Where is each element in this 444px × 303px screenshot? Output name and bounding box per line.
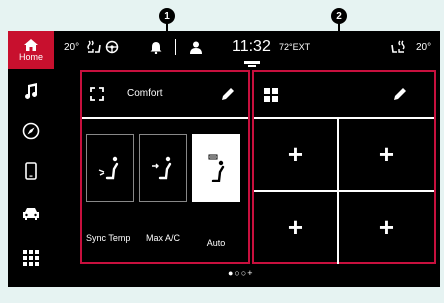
max-ac-label: Max A/C bbox=[145, 233, 180, 243]
callout-leader-2 bbox=[338, 22, 340, 68]
right-temp[interactable]: 20° bbox=[416, 31, 431, 63]
compass-icon bbox=[22, 122, 40, 140]
handle-bar-lower bbox=[248, 65, 256, 67]
bell-icon[interactable] bbox=[150, 31, 162, 63]
callout-marker-2: 2 bbox=[331, 8, 347, 24]
sidebar-item-phone[interactable] bbox=[8, 158, 54, 184]
shortcut-slot-2[interactable]: + bbox=[339, 119, 434, 190]
sidebar-item-apps[interactable] bbox=[8, 245, 54, 271]
phone-icon bbox=[25, 162, 37, 180]
expand-icon[interactable] bbox=[90, 87, 104, 106]
home-icon bbox=[24, 38, 38, 51]
shortcut-slot-4[interactable]: + bbox=[339, 192, 434, 262]
seat-sync-icon bbox=[98, 156, 119, 180]
page-indicator[interactable]: ●○○+ bbox=[228, 268, 254, 278]
edit-pencil-icon-2[interactable] bbox=[392, 86, 408, 107]
seat-max-ac-icon bbox=[152, 156, 172, 180]
seat-heat-icon[interactable] bbox=[86, 31, 102, 63]
callout-marker-1: 1 bbox=[159, 8, 175, 24]
car-icon bbox=[23, 208, 39, 220]
widget-grid-icon[interactable] bbox=[264, 88, 278, 107]
auto-button[interactable] bbox=[192, 134, 240, 202]
seat-auto-icon bbox=[208, 154, 225, 182]
max-ac-button[interactable] bbox=[139, 134, 187, 202]
profile-icon[interactable] bbox=[190, 31, 202, 63]
sync-temp-button[interactable] bbox=[86, 134, 134, 202]
app-grid-icon bbox=[23, 250, 39, 266]
sync-temp-label: Sync Temp bbox=[86, 233, 131, 243]
comfort-title: Comfort bbox=[127, 88, 163, 99]
clock: 11:32 bbox=[232, 38, 271, 55]
callout-bracket-2 bbox=[252, 67, 436, 69]
sidebar-item-media[interactable] bbox=[8, 78, 54, 104]
shortcut-slot-3[interactable]: + bbox=[254, 192, 337, 262]
shortcuts-widget: + + + + bbox=[252, 70, 436, 264]
sidebar-item-navigation[interactable] bbox=[8, 118, 54, 144]
music-note-icon bbox=[25, 83, 38, 99]
sidebar-item-vehicle[interactable] bbox=[8, 201, 54, 227]
comfort-header: Comfort bbox=[82, 72, 248, 118]
callout-leader-1 bbox=[166, 22, 168, 68]
status-bar: 20° 11:32 72°EXT 20° bbox=[56, 31, 438, 63]
steering-heat-icon[interactable] bbox=[105, 31, 119, 63]
edit-pencil-icon[interactable] bbox=[220, 86, 236, 107]
sidebar-item-home[interactable]: Home bbox=[8, 31, 54, 69]
auto-label: Auto bbox=[206, 238, 226, 248]
left-temp[interactable]: 20° bbox=[64, 31, 79, 63]
handle-bar[interactable] bbox=[244, 61, 260, 64]
comfort-divider bbox=[82, 117, 248, 119]
passenger-seat-heat-icon[interactable] bbox=[388, 31, 406, 63]
shortcut-slot-1[interactable]: + bbox=[254, 119, 337, 190]
status-divider bbox=[175, 39, 176, 55]
sidebar-home-label: Home bbox=[18, 51, 43, 62]
exterior-temp: 72°EXT bbox=[279, 42, 311, 52]
